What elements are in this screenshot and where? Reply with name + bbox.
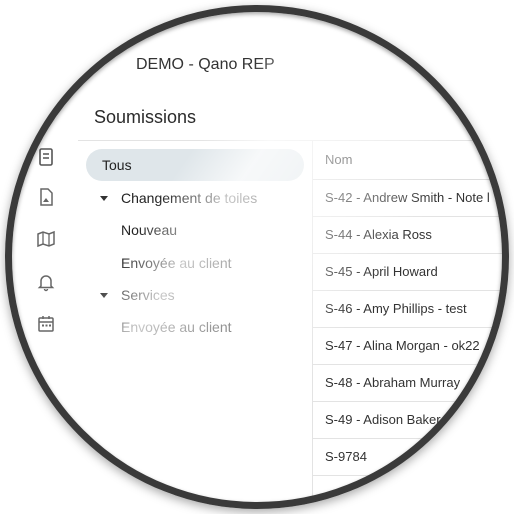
table-row[interactable]: S-48 - Abraham Murray <box>313 364 509 402</box>
tree-item-label: Nouveau <box>121 222 178 238</box>
table-row[interactable]: S-49 - Adison Baker <box>313 401 509 439</box>
tree-item-label: Tous <box>102 157 132 173</box>
tree-group-services[interactable]: Services <box>98 279 298 311</box>
table-row[interactable]: S-45 - April Howard <box>313 253 509 291</box>
table-row[interactable]: S-46 - Amy Phillips - test <box>313 290 509 328</box>
tree-item-services-envoyee-au-client[interactable]: Envoyée au client <box>121 311 301 343</box>
app-title: DEMO - Qano REP <box>136 56 275 73</box>
column-header-nom[interactable]: Nom <box>313 141 509 180</box>
row-name: S-48 - Abraham Murray <box>325 375 461 390</box>
tree-group-changement-de-toiles[interactable]: Changement de toiles <box>98 182 298 214</box>
image-document-icon[interactable] <box>36 187 56 207</box>
bell-icon[interactable] <box>36 272 56 292</box>
tree-item-label: Envoyée au client <box>121 319 232 335</box>
table-row[interactable]: S-44 - Alexia Ross <box>313 216 509 254</box>
page-title: Soumissions <box>94 107 197 127</box>
calendar-icon[interactable] <box>36 314 56 334</box>
column-header-label: Nom <box>325 152 353 167</box>
row-name: S-45 - April Howard <box>325 264 438 279</box>
magnifier-lens: DEMO - Qano REP Soumissions Tous Changem… <box>5 5 509 509</box>
status-tree: Tous Changement de toiles Nouveau Envoyé… <box>78 141 313 509</box>
tree-item-label: Envoyée au client <box>121 255 232 271</box>
submissions-table: Nom S-42 - Andrew Smith - Note l S-44 - … <box>313 141 509 509</box>
table-row[interactable]: S-9784 <box>313 438 509 476</box>
row-name: S-42 - Andrew Smith - Note l <box>325 190 490 205</box>
nav-rail <box>5 92 79 509</box>
tree-item-envoyee-au-client[interactable]: Envoyée au client <box>121 247 301 279</box>
map-icon[interactable] <box>36 229 56 249</box>
caret-down-icon <box>100 293 108 298</box>
row-name: S-49 - Adison Baker <box>325 412 441 427</box>
tree-group-label: Changement de toiles <box>121 190 258 206</box>
tree-group-label: Services <box>121 287 175 303</box>
app-window: DEMO - Qano REP Soumissions Tous Changem… <box>5 5 509 509</box>
row-name: S-46 - Amy Phillips - test <box>325 301 467 316</box>
tree-item-all[interactable]: Tous <box>86 149 304 181</box>
row-name: S-44 - Alexia Ross <box>325 227 432 242</box>
caret-down-icon <box>100 196 108 201</box>
table-row[interactable]: S-47 - Alina Morgan - ok22 <box>313 327 509 365</box>
page-header: Soumissions <box>78 92 509 141</box>
row-name: S-47 - Alina Morgan - ok22 <box>325 338 480 353</box>
table-row[interactable]: S-42 - Andrew Smith - Note l <box>313 179 509 217</box>
row-name: S-9784 <box>325 449 367 464</box>
document-icon[interactable] <box>36 147 56 167</box>
top-bar: DEMO - Qano REP <box>5 5 509 93</box>
tree-item-nouveau[interactable]: Nouveau <box>121 214 301 246</box>
